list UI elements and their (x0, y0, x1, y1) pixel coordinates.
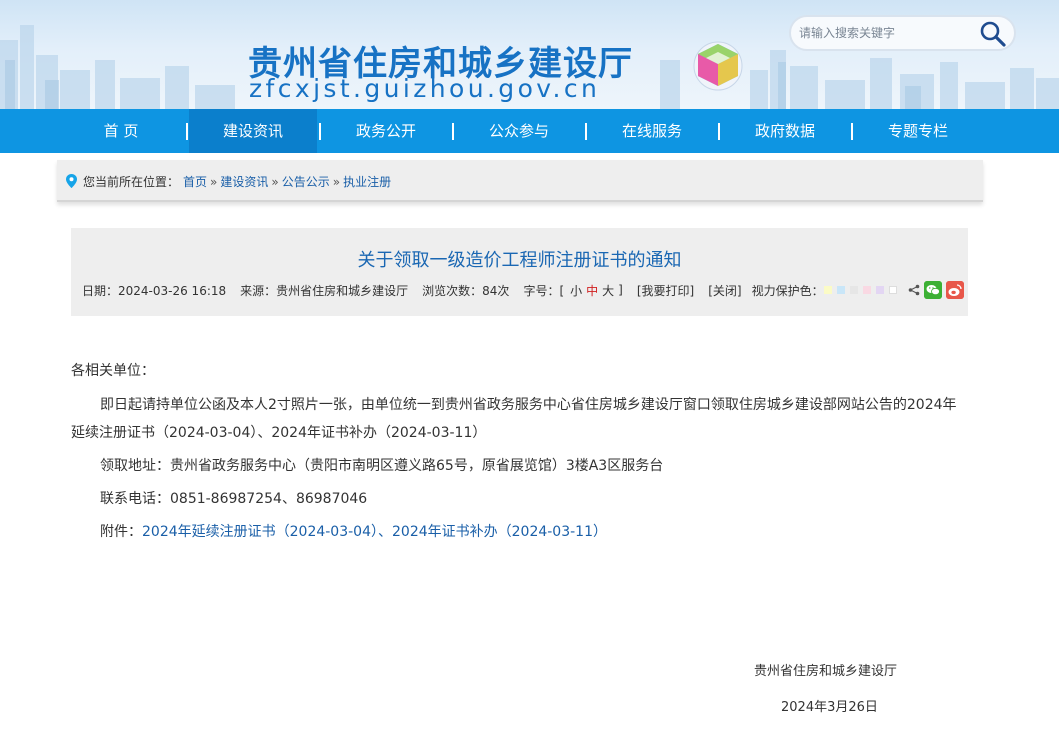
breadcrumb-links: 首页» 建设资讯» 公告公示» 执业注册 (183, 175, 392, 189)
location-pin-icon (66, 174, 77, 188)
article-meta: 日期：2024-03-26 16:18 来源：贵州省住房和城乡建设厅 浏览次数：… (82, 281, 964, 299)
site-banner: 贵州省住房和城乡建设厅 zfcxjst.guizhou.gov.cn (0, 0, 1059, 109)
attachment-link-renewal[interactable]: 2024年延续注册证书（2024-03-04） (142, 524, 378, 540)
font-size-small-button[interactable]: 小 (570, 282, 582, 299)
article-paragraph-line2: 延续注册证书（2024-03-04）、2024年证书补办（2024-03-11） (71, 425, 487, 441)
font-size-bracket: ] (618, 283, 623, 297)
search-icon[interactable] (979, 20, 1007, 48)
nav-separator (186, 123, 188, 140)
article-paragraph-line1: 即日起请持单位公函及本人2寸照片一张，由单位统一到贵州省政务服务中心省住房城乡建… (100, 397, 957, 413)
attachment-separator: 、 (378, 524, 392, 540)
eye-color-swatch-white[interactable] (888, 286, 897, 294)
nav-item-online-services[interactable]: 在线服务 (588, 109, 716, 153)
eye-color-swatch-gray[interactable] (849, 286, 858, 294)
eye-protection-label: 视力保护色： (751, 283, 824, 298)
nav-separator (319, 123, 321, 140)
article-date: 日期：2024-03-26 16:18 (82, 283, 227, 298)
article-source: 来源：贵州省住房和城乡建设厅 (240, 283, 409, 298)
close-button[interactable]: [关闭] (708, 282, 741, 299)
nav-item-government-affairs[interactable]: 政务公开 (322, 109, 450, 153)
nav-separator (585, 123, 587, 140)
pickup-address: 领取地址：贵州省政务服务中心（贵阳市南明区遵义路65号，原省展览馆）3楼A3区服… (100, 458, 664, 474)
nav-item-government-data[interactable]: 政府数据 (721, 109, 849, 153)
wechat-share-icon[interactable] (923, 281, 942, 299)
nav-separator (851, 123, 853, 140)
font-size-medium-button[interactable]: 中 (586, 282, 598, 299)
nav-separator (718, 123, 720, 140)
attachment-link-reissue[interactable]: 2024年证书补办（2024-03-11） (392, 524, 607, 540)
search-box (789, 15, 1016, 51)
eye-color-swatch-blue[interactable] (836, 286, 845, 294)
cube-logo-icon (693, 41, 743, 91)
breadcrumb-item-practice-registration[interactable]: 执业注册 (343, 175, 391, 189)
article-header: 关于领取一级造价工程师注册证书的通知 日期：2024-03-26 16:18 来… (71, 228, 968, 316)
font-size-large-button[interactable]: 大 (602, 282, 614, 299)
attachments: 附件：2024年延续注册证书（2024-03-04）、2024年证书补办（202… (71, 521, 971, 541)
article-greeting: 各相关单位： (71, 363, 155, 379)
article-title: 关于领取一级造价工程师注册证书的通知 (357, 250, 682, 271)
contact-phone: 联系电话：0851-86987254、86987046 (100, 491, 368, 507)
breadcrumb-label: 您当前所在位置： (83, 175, 180, 189)
breadcrumb-item-announcements[interactable]: 公告公示 (282, 175, 330, 189)
breadcrumb: 您当前所在位置： 首页» 建设资讯» 公告公示» 执业注册 (57, 160, 983, 202)
nav-item-special-topics[interactable]: 专题专栏 (854, 109, 982, 153)
nav-item-construction-news[interactable]: 建设资讯 (189, 109, 317, 153)
breadcrumb-item-home[interactable]: 首页 (183, 175, 207, 189)
article-views: 浏览次数：84次 (422, 283, 510, 298)
breadcrumb-item-construction-news[interactable]: 建设资讯 (220, 175, 268, 189)
eye-color-swatch-purple[interactable] (875, 286, 884, 294)
nav-item-home[interactable]: 首 页 (68, 109, 174, 153)
print-button[interactable]: [我要打印] (637, 282, 694, 299)
site-domain: zfcxjst.guizhou.gov.cn (249, 74, 601, 103)
nav-item-public-participation[interactable]: 公众参与 (455, 109, 583, 153)
eye-color-swatch-yellow[interactable] (823, 286, 832, 294)
main-nav: 首 页 建设资讯 政务公开 公众参与 在线服务 政府数据 专题专栏 (0, 109, 1059, 153)
nav-separator (452, 123, 454, 140)
attachments-label: 附件： (100, 524, 142, 540)
weibo-share-icon[interactable] (945, 281, 964, 299)
signature-organization: 贵州省住房和城乡建设厅 (754, 664, 898, 679)
share-icon[interactable] (908, 284, 920, 296)
signature-date: 2024年3月26日 (781, 700, 878, 715)
eye-color-swatch-pink[interactable] (862, 286, 871, 294)
search-input[interactable] (799, 23, 974, 43)
font-size-label: 字号：[ (523, 283, 565, 298)
